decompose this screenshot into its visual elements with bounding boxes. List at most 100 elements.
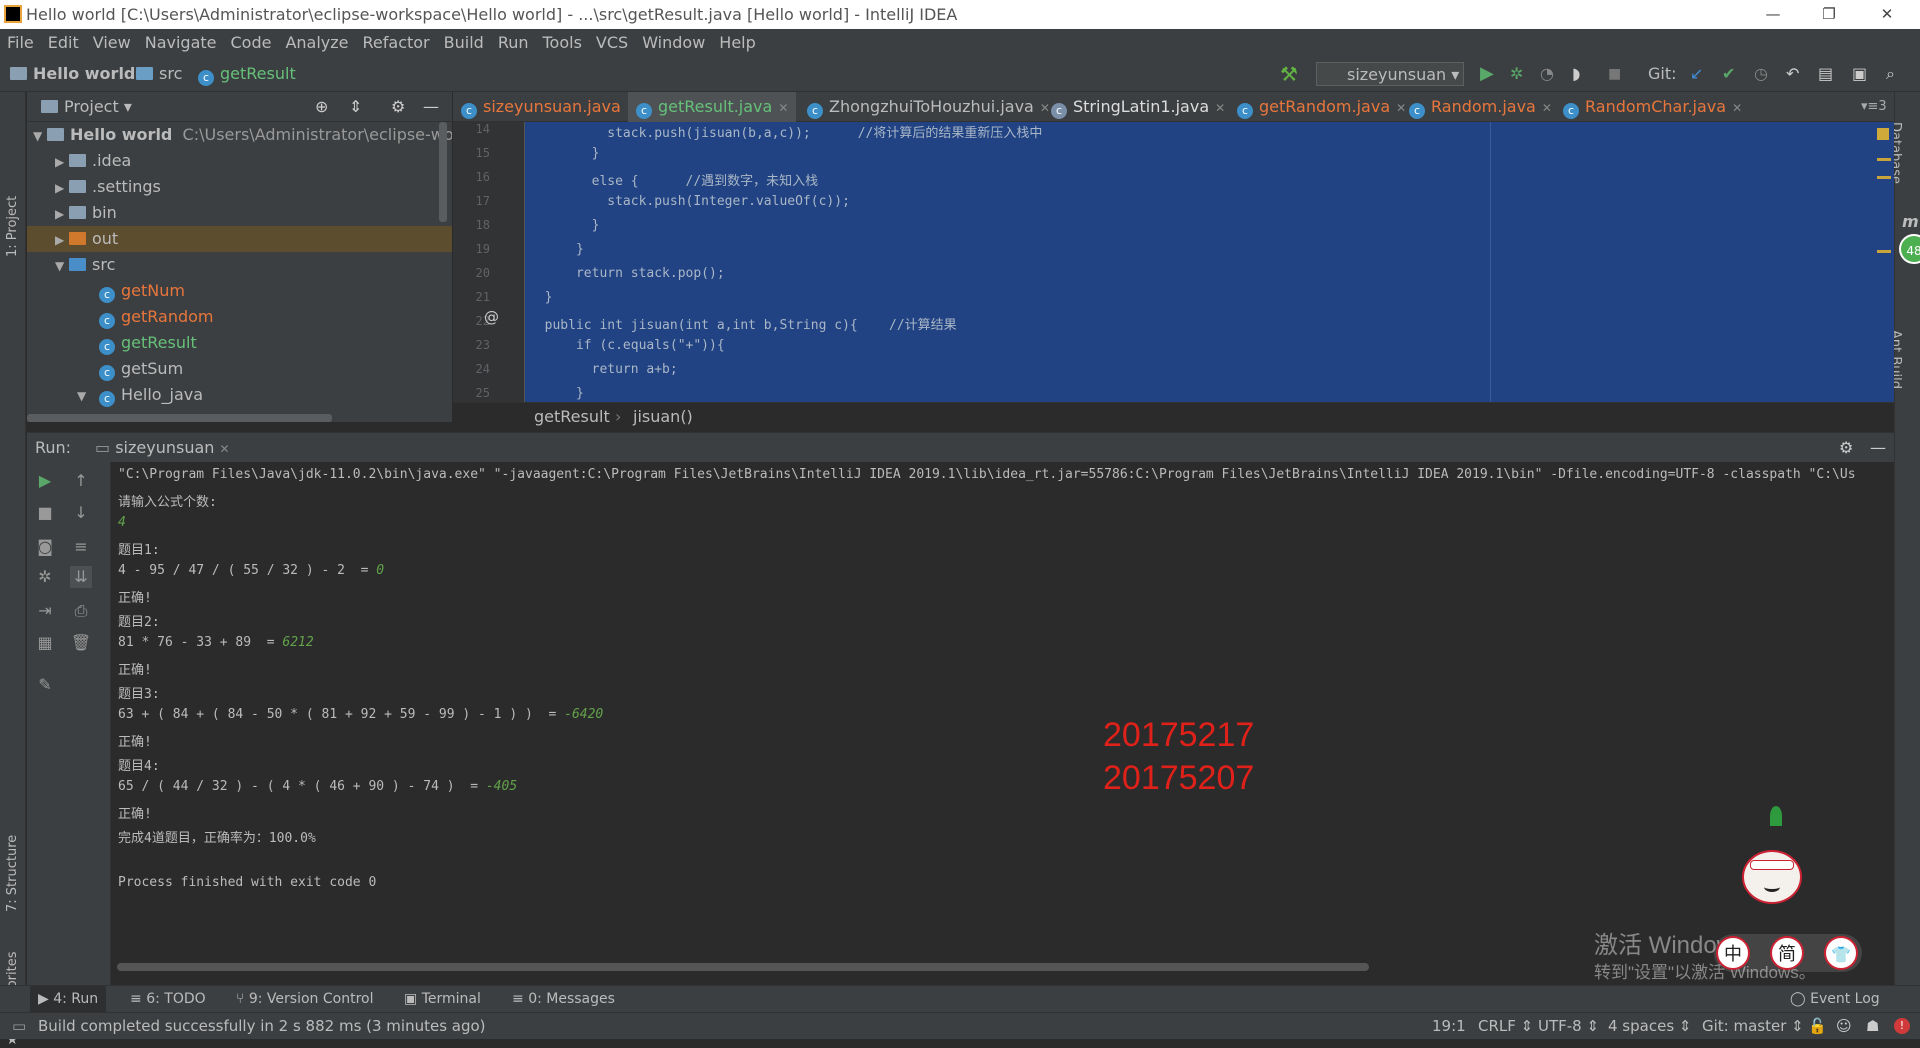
close-tab-icon[interactable]: ✕ <box>778 101 788 115</box>
tree-item-getresult[interactable]: c getResult <box>99 330 197 356</box>
tree-root[interactable]: ▼ Hello world C:\Users\Administrator\ecli… <box>33 122 452 148</box>
ime-simplified-button[interactable]: 简 <box>1770 936 1804 970</box>
close-tab-icon[interactable]: ✕ <box>1732 101 1742 115</box>
down-arrow-icon[interactable]: ↓ <box>70 502 92 524</box>
tree-item-src[interactable]: ▼ src <box>55 252 115 278</box>
tree-hscrollbar[interactable] <box>27 414 332 422</box>
event-log-tool-tab[interactable]: ◯ Event Log <box>1790 986 1880 1013</box>
layout-icon[interactable]: ▦ <box>34 632 56 654</box>
trash-icon[interactable]: 🗑 <box>70 632 92 654</box>
tree-item-getrandom[interactable]: c getRandom <box>99 304 214 330</box>
run-icon[interactable]: ▶ <box>1480 56 1494 92</box>
menu-navigate[interactable]: Navigate <box>138 29 224 56</box>
menu-run[interactable]: Run <box>491 29 536 56</box>
rerun-icon[interactable]: ▶ <box>34 470 56 492</box>
project-tool-button[interactable]: 1: Project <box>5 196 20 257</box>
tab-getrandom[interactable]: c getRandom.java ✕ <box>1229 92 1406 122</box>
hector-icon[interactable]: ☺ <box>1836 1013 1852 1040</box>
pin-icon[interactable]: ✎ <box>34 674 56 696</box>
tree-item-idea[interactable]: ▶ .idea <box>55 148 131 174</box>
messages-tool-tab[interactable]: ≡ 0: Messages <box>512 986 615 1013</box>
breadcrumb-file[interactable]: c getResult <box>198 56 296 92</box>
tab-list-icon[interactable]: ▾≡3 <box>1853 92 1887 122</box>
line-separator[interactable]: CRLF ⇕ <box>1478 1013 1533 1040</box>
tab-getresult[interactable]: c getResult.java ✕ <box>628 92 796 122</box>
file-encoding[interactable]: UTF-8 ⇕ <box>1538 1013 1599 1040</box>
coverage-icon[interactable]: ◔ <box>1540 56 1554 92</box>
todo-tool-tab[interactable]: ≡ 6: TODO <box>130 986 206 1013</box>
close-button[interactable]: ✕ <box>1864 0 1910 29</box>
tree-item-getnum[interactable]: c getNum <box>99 278 185 304</box>
error-stripe[interactable] <box>1877 250 1891 253</box>
minimize-button[interactable]: — <box>1750 0 1796 29</box>
tree-item-settings[interactable]: ▶ .settings <box>55 174 161 200</box>
error-indicator-icon[interactable]: ! <box>1894 1018 1910 1034</box>
menu-vcs[interactable]: VCS <box>589 29 635 56</box>
close-tab-icon[interactable]: ✕ <box>220 442 230 456</box>
error-stripe[interactable] <box>1877 158 1891 161</box>
stop-icon[interactable]: ■ <box>34 502 56 524</box>
up-arrow-icon[interactable]: ↑ <box>70 470 92 492</box>
version-control-tool-tab[interactable]: ⑂ 9: Version Control <box>236 986 373 1013</box>
menu-analyze[interactable]: Analyze <box>278 29 355 56</box>
console-output[interactable]: "C:\Program Files\Java\jdk-11.0.2\bin\ja… <box>111 462 1894 972</box>
run-tool-tab[interactable]: ▶ 4: Run <box>30 986 107 1013</box>
menu-help[interactable]: Help <box>712 29 762 56</box>
camera-icon[interactable]: ◙ <box>34 536 56 558</box>
tab-sizeyunsuan[interactable]: csizeyunsuan.java✕ <box>453 92 637 122</box>
exit-icon[interactable]: ⇥ <box>34 600 56 622</box>
maven-icon[interactable]: m <box>1902 212 1919 231</box>
print-icon[interactable]: ⎙ <box>70 600 92 622</box>
tree-item-out[interactable]: ▶ out <box>27 226 452 252</box>
tab-randomchar[interactable]: c RandomChar.java ✕ <box>1555 92 1742 122</box>
run-tab[interactable]: ▭ sizeyunsuan ✕ <box>95 433 230 464</box>
git-update-icon[interactable]: ↙ <box>1690 56 1703 92</box>
notification-badge[interactable]: 48 <box>1899 234 1920 264</box>
locate-icon[interactable]: ⊕ <box>315 92 328 122</box>
warning-marker[interactable] <box>1877 128 1889 140</box>
caret-position[interactable]: 19:1 <box>1432 1013 1466 1040</box>
scroll-to-end-icon[interactable]: ⇊ <box>70 566 92 588</box>
settings-gear-icon[interactable]: ⚙ <box>1839 433 1853 463</box>
profile-icon[interactable]: ◗ <box>1572 56 1580 92</box>
debug-icon[interactable]: ✲ <box>1510 56 1523 92</box>
terminal-tool-tab[interactable]: ▣ Terminal <box>404 986 481 1013</box>
soft-wrap-icon[interactable]: ≡ <box>70 536 92 558</box>
tab-stringlatin1[interactable]: c StringLatin1.java ✕ <box>1043 92 1225 122</box>
search-icon[interactable]: ⌕ <box>1886 56 1895 92</box>
tree-item-hello-java[interactable]: ▼ c Hello_java <box>77 382 203 408</box>
collapse-icon[interactable]: ⇕ <box>349 92 362 122</box>
menu-refactor[interactable]: Refactor <box>356 29 437 56</box>
error-stripe[interactable] <box>1877 176 1891 179</box>
restore-button[interactable]: ❐ <box>1806 0 1852 29</box>
menu-view[interactable]: View <box>86 29 138 56</box>
git-branch[interactable]: Git: master ⇕ <box>1702 1013 1804 1040</box>
ime-mode-button[interactable]: 中 <box>1716 936 1750 970</box>
close-tab-icon[interactable]: ✕ <box>1215 101 1225 115</box>
hide-icon[interactable]: — <box>423 92 439 122</box>
project-structure-icon[interactable]: ▤ <box>1818 56 1833 92</box>
tree-item-getsum[interactable]: c getSum <box>99 356 183 382</box>
structure-tool-button[interactable]: 7: Structure <box>5 835 20 912</box>
close-tab-icon[interactable]: ✕ <box>1542 101 1552 115</box>
breadcrumb-class[interactable]: getResult <box>534 403 610 430</box>
breadcrumb-method[interactable]: jisuan() <box>633 403 693 430</box>
code-editor[interactable]: stack.push(jisuan(b,a,c)); //将计算后的结果重新压入… <box>525 122 1894 402</box>
tab-zhongzhuitohouzhui[interactable]: c ZhongzhuiToHouzhui.java ✕ <box>799 92 1050 122</box>
menu-code[interactable]: Code <box>224 29 279 56</box>
stop-icon[interactable]: ■ <box>1608 56 1621 92</box>
override-marker-icon[interactable]: @ <box>484 308 499 326</box>
menu-window[interactable]: Window <box>635 29 712 56</box>
tab-random[interactable]: c Random.java ✕ <box>1401 92 1552 122</box>
status-message[interactable]: Build completed successfully in 2 s 882 … <box>38 1013 486 1040</box>
settings-gear-icon[interactable]: ⚙ <box>391 92 405 122</box>
git-commit-icon[interactable]: ✔ <box>1722 56 1735 92</box>
menu-tools[interactable]: Tools <box>536 29 589 56</box>
breadcrumb-project[interactable]: Hello world <box>10 56 135 92</box>
menu-build[interactable]: Build <box>437 29 491 56</box>
menu-edit[interactable]: Edit <box>41 29 86 56</box>
menu-file[interactable]: File <box>0 29 41 56</box>
ime-skin-icon[interactable]: 👕 <box>1824 936 1858 970</box>
tree-item-bin[interactable]: ▶ bin <box>55 200 117 226</box>
revert-icon[interactable]: ↶ <box>1786 56 1799 92</box>
